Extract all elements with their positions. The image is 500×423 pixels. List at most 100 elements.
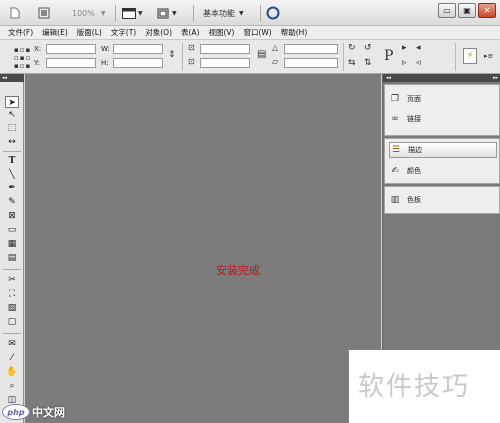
panel-swatches-label: 色板 xyxy=(407,196,421,204)
menu-bar: 文件(F) 编辑(E) 版面(L) 文字(T) 对象(O) 表(A) 视图(V)… xyxy=(0,26,500,40)
chevron-down-icon: ▼ xyxy=(138,9,143,17)
direct-selection-tool-icon[interactable]: ↖ xyxy=(5,109,19,121)
rotate-ccw-icon[interactable]: ↺ xyxy=(364,43,372,53)
panel-group-pages-links: ❐ 页面 ∞ 链接 xyxy=(384,84,500,136)
line-tool-icon[interactable]: ╲ xyxy=(5,169,19,181)
close-button[interactable]: ✕ xyxy=(478,3,496,18)
height-input[interactable] xyxy=(113,58,163,68)
panel-pages[interactable]: ❐ 页面 xyxy=(389,91,497,107)
workspace-select[interactable]: 基本功能 ▼ xyxy=(203,6,244,20)
menu-table[interactable]: 表(A) xyxy=(181,27,199,38)
panel-group-swatches: ▥ 色板 xyxy=(384,186,500,214)
panel-group-stroke-color: ☰ 描边 ✍ 颜色 xyxy=(384,138,500,184)
gap-tool-icon[interactable]: ↔ xyxy=(5,136,19,148)
view-options-button[interactable]: ▼ xyxy=(122,6,143,20)
pencil-tool-icon[interactable]: ✎ xyxy=(5,196,19,208)
select-previous-icon[interactable]: ◂ xyxy=(416,43,421,53)
zoom-select[interactable]: 100% ▼ xyxy=(72,6,106,20)
x-label: X: xyxy=(34,45,42,53)
selection-tool-icon[interactable]: ➤ xyxy=(5,96,19,108)
constrain-scale-icon[interactable]: ▤ xyxy=(257,49,266,60)
select-container-icon[interactable]: ▸ xyxy=(402,43,407,53)
page-tool-icon[interactable]: ⬚ xyxy=(5,122,19,134)
control-panel: ▪▫▪ ▫▪▫ ▪▫▪ X: Y: W: H: ⇕ ⊡ ⊡ ▤ △ ▱ ↻ ↺ ⇆ … xyxy=(0,40,500,74)
panel-swatches[interactable]: ▥ 色板 xyxy=(389,192,497,208)
note-tool-icon[interactable]: ✉ xyxy=(5,338,19,350)
bridge-icon[interactable] xyxy=(38,6,50,20)
rotate-cw-icon[interactable]: ↻ xyxy=(348,43,356,53)
hand-tool-icon[interactable]: ✋ xyxy=(5,366,19,378)
reference-point-icon[interactable]: ▪▫▪ ▫▪▫ ▪▫▪ xyxy=(14,46,31,70)
quick-apply-icon[interactable]: ⚡ xyxy=(463,48,477,64)
rectangle-frame-tool-icon[interactable]: ⊠ xyxy=(5,210,19,222)
menu-window[interactable]: 窗口(W) xyxy=(243,27,271,38)
panel-pages-label: 页面 xyxy=(407,95,421,103)
stroke-icon: ☰ xyxy=(391,145,401,155)
scissors-tool-icon[interactable]: ✂ xyxy=(5,274,19,286)
flip-horizontal-icon[interactable]: ⇆ xyxy=(348,58,356,68)
document-canvas[interactable] xyxy=(25,74,381,423)
rotate-input[interactable] xyxy=(284,44,338,54)
menu-edit[interactable]: 编辑(E) xyxy=(42,27,68,38)
panel-dock-header[interactable]: ◂◂ xyxy=(383,74,500,82)
constrain-proportions-icon[interactable]: ⇕ xyxy=(168,50,176,60)
scale-x-input[interactable] xyxy=(200,44,250,54)
title-bar: 100% ▼ ▼ ▼ 基本功能 ▼ ▭ ▣ ✕ xyxy=(0,0,500,26)
app-logo-icon xyxy=(10,6,20,20)
menu-layout[interactable]: 版面(L) xyxy=(77,27,102,38)
pen-tool-icon[interactable]: ✒ xyxy=(5,182,19,194)
scale-y-input[interactable] xyxy=(200,58,250,68)
maximize-button[interactable]: ▣ xyxy=(458,3,476,18)
php-badge: php xyxy=(2,404,30,420)
color-icon: ✍ xyxy=(391,166,399,176)
links-icon: ∞ xyxy=(391,114,399,124)
shear-icon: ▱ xyxy=(272,57,279,66)
h-label: H: xyxy=(101,59,109,67)
minimize-button[interactable]: ▭ xyxy=(438,3,456,18)
pages-icon: ❐ xyxy=(390,94,400,104)
width-input[interactable] xyxy=(113,44,163,54)
screen-mode-button[interactable]: ▼ xyxy=(156,6,177,20)
select-next-icon[interactable]: ◃ xyxy=(416,58,421,68)
panel-menu-icon[interactable]: ▸≡ xyxy=(484,52,493,60)
table-tool-icon[interactable]: ▤ xyxy=(5,252,19,264)
menu-view[interactable]: 视图(V) xyxy=(208,27,234,38)
x-input[interactable] xyxy=(46,44,96,54)
view-options-icon xyxy=(122,7,136,19)
panel-color[interactable]: ✍ 颜色 xyxy=(389,163,497,179)
y-input[interactable] xyxy=(46,58,96,68)
scale-y-icon: ⊡ xyxy=(188,57,195,66)
menu-help[interactable]: 帮助(H) xyxy=(281,27,308,38)
panel-color-label: 颜色 xyxy=(407,167,421,175)
path-type-icon[interactable]: P xyxy=(384,48,393,64)
type-tool-icon[interactable]: T xyxy=(5,155,19,167)
install-complete-message: 安装完成 xyxy=(216,264,260,277)
shear-input[interactable] xyxy=(284,58,338,68)
scale-x-icon: ⊡ xyxy=(188,43,195,52)
panel-stroke[interactable]: ☰ 描边 xyxy=(389,142,497,158)
gradient-tool-icon[interactable]: ▧ xyxy=(5,302,19,314)
rectangle-tool-icon[interactable]: ▭ xyxy=(5,224,19,236)
eyedropper-tool-icon[interactable]: ⁄ xyxy=(5,352,19,364)
close-icon: ✕ xyxy=(483,6,491,15)
panel-links[interactable]: ∞ 链接 xyxy=(389,111,497,127)
panel-stroke-label: 描边 xyxy=(408,146,422,154)
workspace-label: 基本功能 xyxy=(203,8,235,18)
menu-file[interactable]: 文件(F) xyxy=(8,27,33,38)
zoom-tool-icon[interactable]: ⌕ xyxy=(5,380,19,392)
search-icon[interactable] xyxy=(266,6,280,20)
free-transform-tool-icon[interactable]: ⛶ xyxy=(5,288,19,300)
menu-type[interactable]: 文字(T) xyxy=(111,27,136,38)
select-content-icon[interactable]: ▹ xyxy=(402,58,407,68)
php-logo: php 中文网 xyxy=(2,403,80,421)
collapse-icon[interactable]: ▸▸ xyxy=(493,74,498,82)
swatches-icon: ▥ xyxy=(390,195,400,205)
tools-panel-header[interactable]: ◂◂ xyxy=(0,74,24,82)
chevron-down-icon: ▼ xyxy=(239,9,244,17)
gradient-feather-tool-icon[interactable]: ▢ xyxy=(5,316,19,328)
php-logo-text: 中文网 xyxy=(32,406,65,419)
grid-tool-icon[interactable]: ▦ xyxy=(5,238,19,250)
flip-vertical-icon[interactable]: ⇅ xyxy=(364,58,372,68)
menu-object[interactable]: 对象(O) xyxy=(145,27,172,38)
watermark-text: 软件技巧 xyxy=(358,372,471,402)
